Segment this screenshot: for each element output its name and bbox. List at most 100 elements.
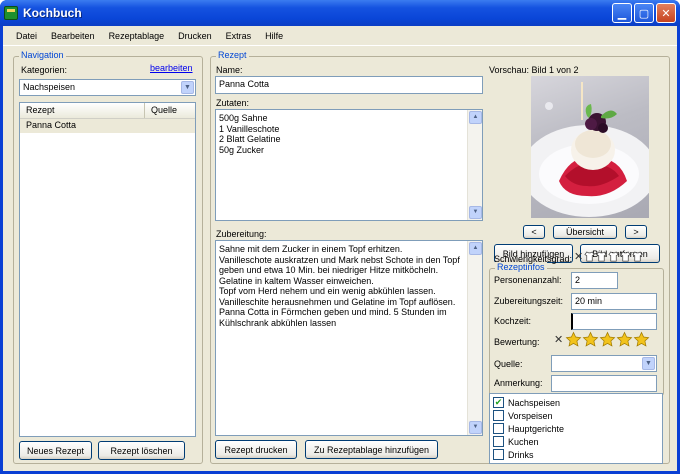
preparation-line: Panna Cotta in Förmchen geben und mind. …: [219, 307, 447, 317]
ingredient-line: 500g Sahne: [219, 113, 268, 123]
preparation-line: Gelatine in kaltem Wasser einweichen.: [219, 275, 374, 286]
minimize-button[interactable]: ▁: [612, 3, 632, 23]
category-select-value: Nachspeisen: [23, 82, 76, 92]
previous-image-button[interactable]: <: [523, 225, 545, 239]
preparation-textarea[interactable]: Sahne mit dem Zucker in einem Topf erhit…: [215, 240, 483, 436]
category-checkbox[interactable]: [493, 449, 504, 460]
prep-time-label: Zubereitungszeit:: [494, 296, 564, 306]
dessert-preview-image[interactable]: [531, 76, 649, 218]
scroll-down-icon[interactable]: ▼: [469, 421, 482, 434]
preparation-line: Topf vom Herd nehem und ein wenig abkühl…: [219, 286, 436, 296]
preparation-line: Vanilleschote auskratzen und Mark nebst …: [219, 254, 460, 265]
star-icon[interactable]: [582, 331, 599, 348]
chef-shirt-icon[interactable]: [632, 251, 643, 262]
recipe-list-row[interactable]: Panna Cotta: [20, 119, 195, 133]
menu-hilfe[interactable]: Hilfe: [258, 31, 290, 41]
rating-label: Bewertung:: [494, 337, 540, 347]
category-checkbox-label: Vorspeisen: [508, 410, 553, 421]
chef-shirt-icon[interactable]: [608, 251, 619, 262]
cook-time-label: Kochzeit:: [494, 316, 532, 326]
chevron-down-icon[interactable]: ▼: [642, 357, 655, 370]
column-header-rezept[interactable]: Rezept: [20, 103, 145, 118]
star-icon[interactable]: [565, 331, 582, 348]
delete-recipe-button[interactable]: Rezept löschen: [98, 441, 185, 460]
close-button[interactable]: ✕: [656, 3, 676, 23]
recipe-list-row-name: Panna Cotta: [26, 120, 77, 130]
print-recipe-button[interactable]: Rezept drucken: [215, 440, 297, 459]
cookbook-icon: [4, 6, 18, 20]
preview-label: Vorschau: Bild 1 von 2: [489, 65, 579, 75]
ingredients-textarea[interactable]: 500g Sahne 1 Vanilleschote 2 Blatt Gelat…: [215, 109, 483, 221]
scroll-down-icon[interactable]: ▼: [469, 206, 482, 219]
ingredient-line: 50g Zucker: [219, 144, 265, 155]
ingredient-line: 1 Vanilleschote: [219, 123, 280, 134]
dessert-photo-icon: [531, 82, 649, 217]
edit-categories-link[interactable]: bearbeiten: [150, 63, 193, 73]
category-checkbox-row[interactable]: ✔ Nachspeisen: [490, 396, 662, 409]
column-header-quelle[interactable]: Quelle: [145, 103, 195, 118]
maximize-button[interactable]: ▢: [634, 3, 654, 23]
menu-rezeptablage[interactable]: Rezeptablage: [102, 31, 172, 41]
new-recipe-button[interactable]: Neues Rezept: [19, 441, 92, 460]
next-image-button[interactable]: >: [625, 225, 647, 239]
source-label: Quelle:: [494, 359, 523, 369]
star-icon[interactable]: [599, 331, 616, 348]
category-checkbox-label: Drinks: [508, 449, 534, 460]
client-area: Datei Bearbeiten Rezeptablage Drucken Ex…: [3, 26, 677, 471]
category-checkbox-row[interactable]: Drinks: [490, 448, 662, 461]
scroll-up-icon[interactable]: ▲: [469, 242, 482, 255]
chef-shirt-icon[interactable]: [620, 251, 631, 262]
category-checkbox[interactable]: [493, 410, 504, 421]
preparation-scrollbar[interactable]: ▲ ▼: [467, 241, 482, 435]
recipe-name-field[interactable]: Panna Cotta: [215, 76, 483, 94]
category-checkbox-label: Nachspeisen: [508, 397, 561, 408]
menu-extras[interactable]: Extras: [219, 31, 259, 41]
preparation-line: Vanilleschite herausnehmen und Gelatine …: [219, 296, 456, 307]
category-checkbox-label: Hauptgerichte: [508, 423, 565, 434]
category-checkbox-row[interactable]: Vorspeisen: [490, 409, 662, 422]
chevron-down-icon[interactable]: ▼: [181, 81, 194, 94]
rating-stars[interactable]: ✕: [554, 331, 650, 348]
category-checkbox-row[interactable]: Hauptgerichte: [490, 422, 662, 435]
recipe-list[interactable]: Rezept Quelle Panna Cotta: [19, 102, 196, 437]
category-select[interactable]: Nachspeisen ▼: [19, 79, 196, 96]
menu-drucken[interactable]: Drucken: [171, 31, 219, 41]
ingredients-label: Zutaten:: [216, 98, 250, 108]
recipe-group-label: Rezept: [216, 50, 249, 60]
ingredient-line: 2 Blatt Gelatine: [219, 134, 281, 144]
note-field[interactable]: [551, 375, 657, 392]
preparation-line: Kühlschrank abkühlen lassen: [219, 317, 337, 328]
star-icon[interactable]: [616, 331, 633, 348]
chef-shirt-icon[interactable]: [596, 251, 607, 262]
category-checkbox-row[interactable]: Kuchen: [490, 435, 662, 448]
category-checkbox[interactable]: ✔: [493, 397, 504, 408]
difficulty-rating[interactable]: ✕: [574, 250, 644, 263]
app-window: Kochbuch ▁ ▢ ✕ Datei Bearbeiten Rezeptab…: [0, 0, 680, 474]
cook-time-field[interactable]: [571, 313, 657, 330]
category-checkbox-label: Kuchen: [508, 436, 539, 447]
preparation-line: geben und etwa 10 Min. bei niedriger Hit…: [219, 265, 439, 275]
persons-label: Personenanzahl:: [494, 275, 562, 285]
category-checkbox[interactable]: [493, 436, 504, 447]
menu-datei[interactable]: Datei: [9, 31, 44, 41]
preparation-line: Sahne mit dem Zucker in einem Topf erhit…: [219, 244, 403, 254]
persons-field[interactable]: 2: [571, 272, 618, 289]
menu-bearbeiten[interactable]: Bearbeiten: [44, 31, 102, 41]
ingredients-scrollbar[interactable]: ▲ ▼: [467, 110, 482, 220]
category-checkbox[interactable]: [493, 423, 504, 434]
add-to-storage-button[interactable]: Zu Rezeptablage hinzufügen: [305, 440, 438, 459]
star-icon[interactable]: [633, 331, 650, 348]
scroll-up-icon[interactable]: ▲: [469, 111, 482, 124]
window-title: Kochbuch: [23, 6, 82, 20]
title-bar[interactable]: Kochbuch ▁ ▢ ✕: [0, 0, 680, 26]
category-checklist[interactable]: ✔ Nachspeisen Vorspeisen Hauptgerichte K…: [489, 393, 663, 464]
name-label: Name:: [216, 65, 243, 75]
source-select[interactable]: ▼: [551, 355, 657, 372]
clear-difficulty-icon[interactable]: ✕: [574, 250, 583, 263]
difficulty-label: Schwierigkeitsgrad:: [494, 254, 573, 264]
clear-rating-icon[interactable]: ✕: [554, 333, 563, 346]
overview-button[interactable]: Übersicht: [553, 225, 617, 239]
chef-shirt-icon[interactable]: [584, 251, 595, 262]
menu-bar: Datei Bearbeiten Rezeptablage Drucken Ex…: [3, 26, 677, 46]
prep-time-field[interactable]: 20 min: [571, 293, 657, 310]
